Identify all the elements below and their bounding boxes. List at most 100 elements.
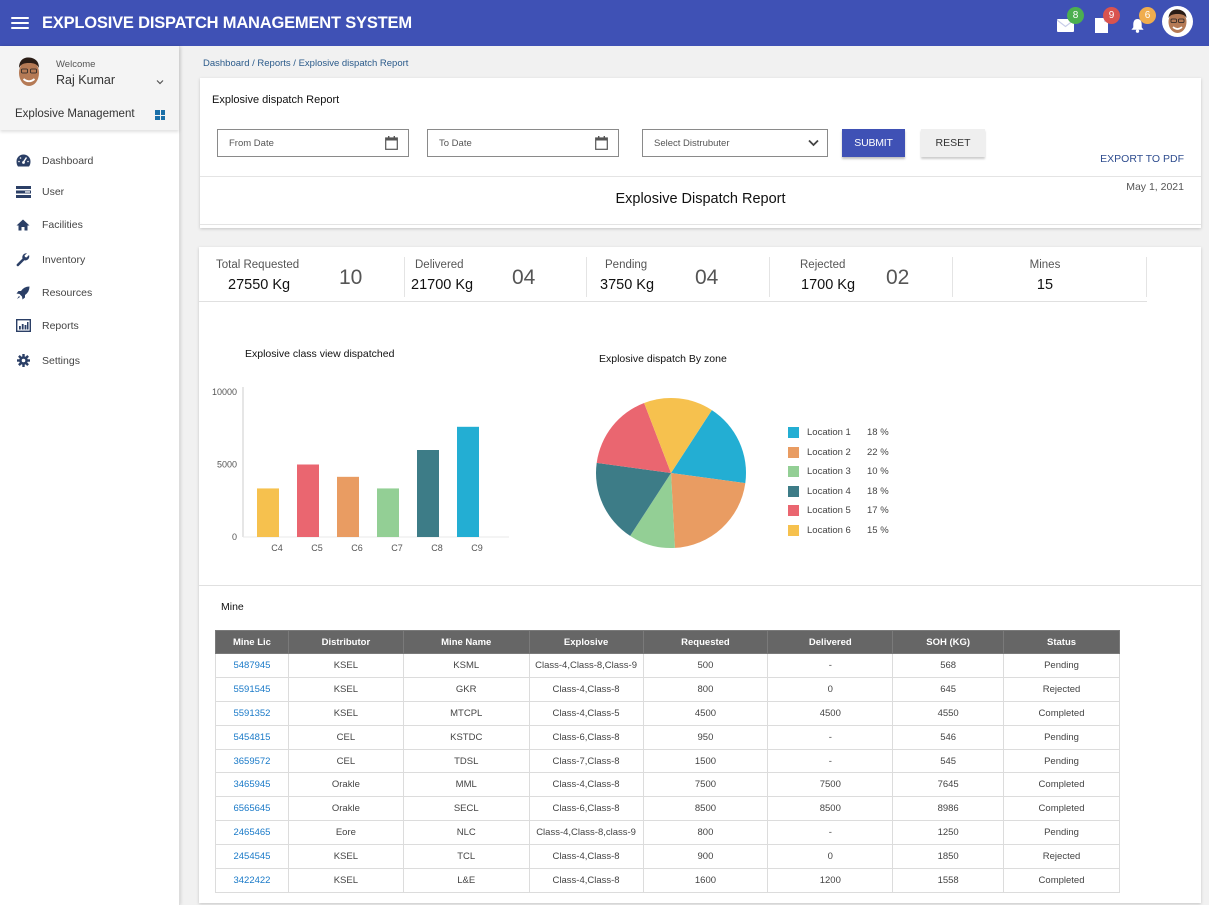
grid-icon[interactable] [155,110,165,120]
reset-button[interactable]: RESET [921,129,985,157]
mine-name-cell: NLC [402,820,530,846]
sidebar-item-dashboard[interactable]: Dashboard [0,144,179,177]
sidebar-item-reports[interactable]: Reports [0,309,179,342]
pie-slice-location-2 [671,473,746,548]
breadcrumb-dashboard[interactable]: Dashboard [203,58,249,69]
soh-cell: 1850 [892,844,1005,870]
calendar-icon[interactable] [385,136,398,150]
to-date-placeholder: To Date [439,138,472,149]
delivered-cell: 0 [767,844,894,870]
legend-item: Location 1 18 % [788,423,889,443]
distributor-select[interactable]: Select Distrubuter [642,129,828,157]
mine-name-cell: TDSL [402,748,530,774]
mine-lic-link[interactable]: 2465465 [215,820,289,846]
mine-name-cell: MML [402,772,530,798]
requested-cell: 800 [642,676,769,702]
status-cell: Completed [1003,796,1120,822]
stat-value: 1700 Kg [801,277,856,293]
x-tick-label: C7 [391,543,403,553]
legend-swatch [788,505,799,517]
sidebar-nav: Dashboard User Facilities Inventory Reso… [0,144,179,375]
submit-button[interactable]: SUBMIT [842,129,905,157]
legend-item: Location 3 10 % [788,462,889,482]
gear-icon [15,354,31,368]
soh-cell: 7645 [892,772,1005,798]
legend-label: Location 4 [807,485,851,497]
table-row: 3659572 CEL TDSL Class-7,Class-8 1500-545 Pen… [215,748,1120,774]
mine-lic-link[interactable]: 2454545 [215,844,289,870]
export-to-pdf-link[interactable]: EXPORT TO PDF [1100,153,1184,165]
mine-lic-link[interactable]: 5487945 [215,653,289,678]
to-date-input[interactable]: To Date [427,129,619,157]
module-name: Explosive Management [15,108,135,120]
column-header: Delivered [767,630,894,654]
legend-item: Location 4 18 % [788,482,889,502]
chevron-down-icon[interactable] [155,77,165,87]
stat-value: 3750 Kg [600,277,655,293]
calendar-icon[interactable] [595,136,608,150]
status-cell: Pending [1003,653,1120,678]
sidebar-item-settings[interactable]: Settings [0,344,179,377]
mine-lic-link[interactable]: 5454815 [215,724,289,750]
mine-lic-link[interactable]: 3659572 [215,748,289,774]
sidebar-item-resources[interactable]: Resources [0,276,179,309]
table-row: 5591352 KSEL MTCPL Class-4,Class-5 4500 4500 4… [215,700,1120,726]
sidebar-item-inventory[interactable]: Inventory [0,243,179,276]
delivered-cell: - [767,724,894,750]
mine-name-cell: GKR [402,676,530,702]
sidebar-item-label: Settings [42,354,80,367]
legend-label: Location 2 [807,446,851,458]
bar-c9 [457,426,479,537]
legend-item: Location 2 22 % [788,443,889,463]
status-cell: Completed [1003,868,1120,893]
pie-legend: Location 1 18 % Location 2 22 % Location 3 10… [788,423,889,540]
sidebar-item-user[interactable]: User [0,175,179,208]
table-row: 5454815 CEL KSTDC Class-6,Class-8 950-546 Pen… [215,724,1120,750]
soh-cell: 1250 [892,820,1005,846]
chevron-down-icon [808,139,819,147]
from-date-input[interactable]: From Date [217,129,409,157]
legend-percent: 22 % [867,446,889,458]
soh-cell: 545 [892,748,1005,774]
soh-cell: 568 [892,653,1005,678]
mine-table-title: Mine [221,601,244,613]
column-header: Status [1003,630,1120,654]
bar-chart: 0 5000 10000 C4 C5 C6 C7 C8 C9 [212,387,509,553]
report-filter-card: Explosive dispatch Report From Date To D… [200,78,1201,228]
divider [200,224,1201,225]
divider [199,585,1201,586]
status-cell: Rejected [1003,844,1120,870]
menu-icon[interactable] [11,17,29,29]
delivered-cell: 7500 [767,772,894,798]
report-content-card: Total Requested 27550 Kg 10 Delivered 21… [199,247,1201,903]
distributor-cell: KSEL [287,868,404,893]
card-title: Explosive dispatch Report [212,94,340,106]
mine-lic-link[interactable]: 5591352 [215,700,289,726]
from-date-placeholder: From Date [229,138,274,149]
legend-label: Location 5 [807,505,851,517]
table-row: 2465465 Eore NLC Class-4,Class-8,class-9 800… [215,820,1120,846]
legend-percent: 15 % [867,524,889,536]
pie-chart [596,398,746,548]
soh-cell: 645 [892,676,1005,702]
sidebar-item-label: Reports [42,319,79,332]
requested-cell: 800 [642,820,769,846]
sidebar-item-facilities[interactable]: Facilities [0,208,179,241]
status-cell: Completed [1003,772,1120,798]
mine-lic-link[interactable]: 6565645 [215,796,289,822]
document-icon[interactable]: 9 [1090,6,1120,33]
breadcrumb-reports[interactable]: / Reports / [249,58,298,69]
mail-icon[interactable]: 8 [1054,6,1084,33]
user-avatar[interactable] [1162,6,1193,37]
table-row: 5487945 KSEL KSML Class-4,Class-8,Class-9 50… [215,653,1120,678]
delivered-cell: 1200 [767,868,894,893]
column-header: Explosive [528,630,644,654]
distributor-placeholder: Select Distrubuter [654,138,730,149]
mine-lic-link[interactable]: 3422422 [215,868,289,893]
requested-cell: 950 [642,724,769,750]
mine-lic-link[interactable]: 5591545 [215,676,289,702]
stat-rejected: Rejected 1700 Kg 02 [770,255,952,301]
mine-lic-link[interactable]: 3465945 [215,772,289,798]
legend-swatch [788,524,799,536]
bell-icon[interactable]: 6 [1126,6,1156,33]
